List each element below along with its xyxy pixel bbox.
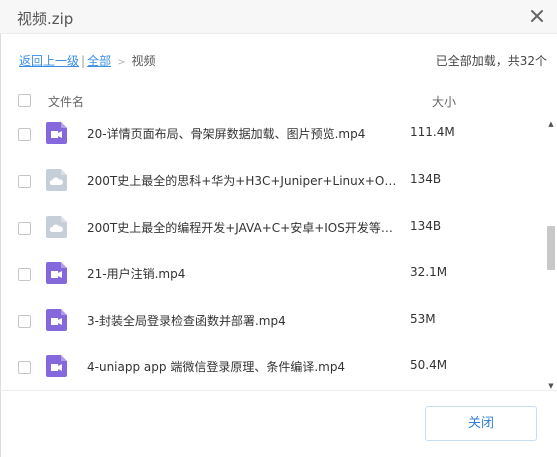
list-item[interactable]: 4-uniapp app 端微信登录原理、条件编译.mp4 50.4M — [0, 351, 545, 390]
file-name: 20-详情页面布局、骨架屏数据加载、图片预览.mp4 — [87, 127, 366, 141]
scroll-down-icon[interactable]: ▼ — [547, 382, 555, 390]
row-checkbox[interactable] — [18, 361, 31, 374]
video-file-icon — [46, 262, 67, 284]
file-list: 20-详情页面布局、骨架屏数据加载、图片预览.mp4 111.4M 200T史上… — [0, 118, 557, 390]
back-link[interactable]: 返回上一级 — [19, 54, 79, 68]
load-summary: 已全部加载，共32个 — [435, 54, 547, 68]
breadcrumb-bar: 返回上一级 | 全部 > 视频 已全部加载，共32个 — [0, 34, 557, 84]
file-size: 53M — [410, 312, 436, 326]
list-item[interactable]: 200T史上最全的思科+华为+H3C+Juniper+Linux+Oracle … — [0, 165, 545, 211]
scroll-up-icon[interactable]: ▲ — [547, 120, 555, 128]
video-file-icon — [46, 309, 67, 331]
file-size: 111.4M — [410, 125, 455, 139]
file-size: 50.4M — [410, 358, 448, 372]
column-header-size[interactable]: 大小 — [432, 93, 456, 110]
cloud-file-icon — [46, 216, 67, 238]
video-file-icon — [46, 355, 67, 377]
dialog-footer: 关闭 — [0, 390, 557, 457]
row-checkbox[interactable] — [18, 128, 31, 141]
scrollbar-thumb[interactable] — [547, 226, 555, 270]
close-icon[interactable] — [529, 7, 545, 25]
file-size: 134B — [410, 172, 442, 186]
row-checkbox[interactable] — [18, 268, 31, 281]
breadcrumb-separator: | — [81, 54, 86, 68]
file-name: 200T史上最全的思科+华为+H3C+Juniper+Linux+Oracle — [87, 174, 399, 188]
row-checkbox[interactable] — [18, 175, 31, 188]
breadcrumb: 返回上一级 | 全部 > 视频 — [19, 52, 155, 69]
file-name: 21-用户注销.mp4 — [87, 267, 186, 281]
dialog-title: 视频.zip — [17, 10, 74, 28]
list-item[interactable]: 200T史上最全的编程开发+JAVA+C+安卓+IOS开发等各种资源 134B — [0, 212, 545, 258]
list-header: 文件名 大小 — [0, 84, 557, 118]
file-size: 134B — [410, 219, 442, 233]
vertical-scrollbar[interactable]: ▲ ▼ — [545, 118, 557, 390]
breadcrumb-current: 视频 — [131, 54, 156, 68]
breadcrumb-arrow-icon: > — [117, 57, 126, 68]
file-name: 4-uniapp app 端微信登录原理、条件编译.mp4 — [87, 360, 346, 374]
file-size: 32.1M — [410, 265, 448, 279]
column-header-name[interactable]: 文件名 — [48, 93, 84, 110]
dialog-titlebar: 视频.zip — [0, 0, 557, 34]
cloud-file-icon — [46, 169, 67, 191]
select-all-checkbox[interactable] — [18, 94, 31, 107]
close-button[interactable]: 关闭 — [425, 406, 537, 441]
all-link[interactable]: 全部 — [87, 54, 111, 68]
file-name: 3-封装全局登录检查函数并部署.mp4 — [87, 314, 286, 328]
row-checkbox[interactable] — [18, 222, 31, 235]
list-item[interactable]: 21-用户注销.mp4 32.1M — [0, 258, 545, 304]
row-checkbox[interactable] — [18, 315, 31, 328]
list-item[interactable]: 3-封装全局登录检查函数并部署.mp4 53M — [0, 305, 545, 351]
file-name: 200T史上最全的编程开发+JAVA+C+安卓+IOS开发等各种资源 — [87, 221, 399, 235]
list-item[interactable]: 20-详情页面布局、骨架屏数据加载、图片预览.mp4 111.4M — [0, 118, 545, 164]
video-file-icon — [46, 122, 67, 144]
